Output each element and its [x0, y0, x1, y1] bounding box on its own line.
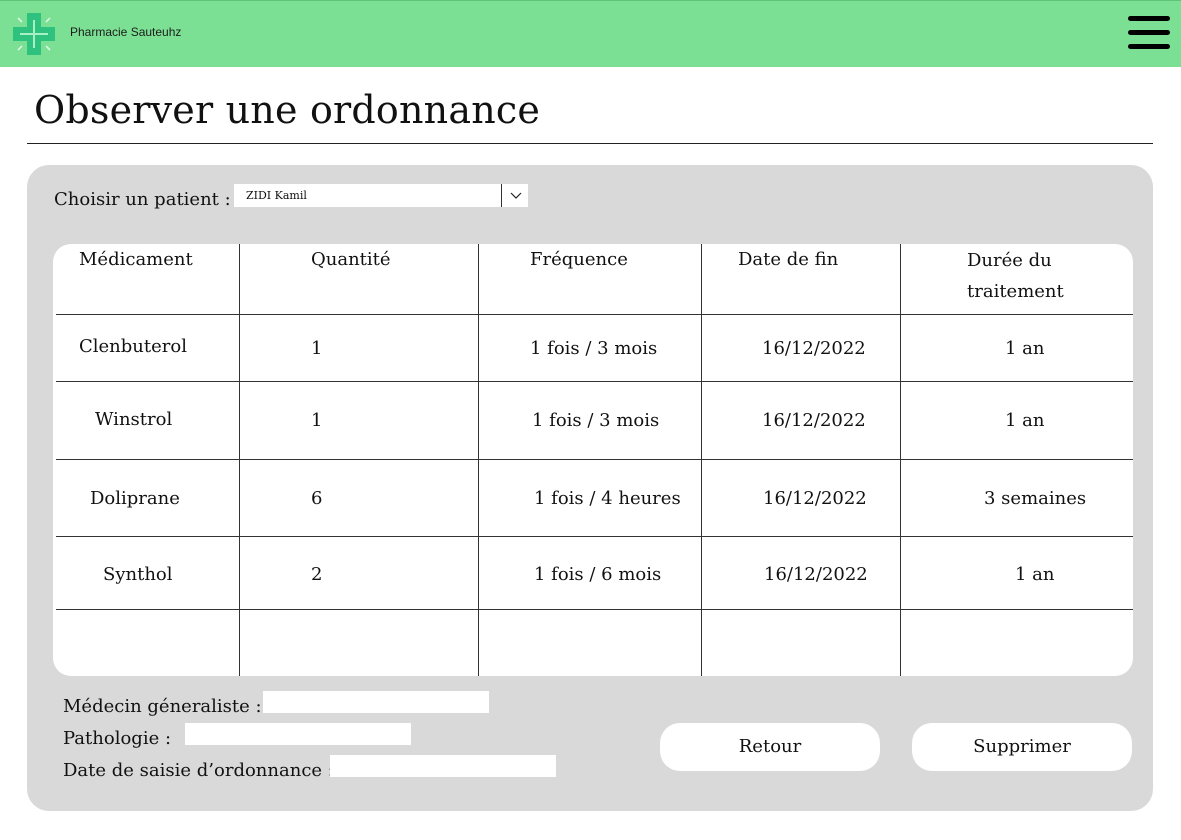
header-end-date: Date de fin	[738, 249, 839, 270]
brand-name: Pharmacie Sauteuhz	[70, 25, 182, 39]
prescription-panel: Choisir un patient : ZIDI Kamil Médicame…	[27, 165, 1153, 811]
table-cell: 16/12/2022	[762, 338, 866, 359]
delete-button[interactable]: Supprimer	[912, 723, 1132, 771]
table-cell: 16/12/2022	[763, 488, 867, 509]
pathology-label: Pathologie :	[63, 728, 172, 749]
medication-table: Médicament Quantité Fréquence Date de fi…	[53, 244, 1133, 676]
date-entry-label: Date de saisie d’ordonnance :	[63, 760, 334, 781]
table-cell: 1 fois / 3 mois	[532, 410, 660, 431]
hamburger-menu-icon[interactable]	[1128, 16, 1170, 50]
row-divider	[56, 314, 1133, 315]
row-divider	[56, 381, 1133, 382]
title-divider	[27, 143, 1153, 144]
column-divider	[900, 244, 901, 676]
table-cell: 1 an	[1005, 338, 1045, 359]
table-cell: 1 an	[1015, 564, 1055, 585]
table-cell: 2	[311, 564, 323, 585]
column-divider	[478, 244, 479, 676]
row-divider	[56, 609, 1133, 610]
chevron-down-icon[interactable]	[510, 190, 522, 200]
pathology-field[interactable]	[185, 723, 411, 745]
table-cell: 1	[311, 338, 323, 359]
header-duration: Durée du traitement	[967, 250, 1064, 302]
row-divider	[56, 536, 1133, 537]
column-divider	[239, 244, 240, 676]
select-separator	[501, 184, 502, 207]
table-cell: 1 fois / 6 mois	[534, 564, 662, 585]
header-frequency: Fréquence	[530, 249, 628, 270]
table-cell: Synthol	[103, 564, 173, 585]
doctor-field[interactable]	[263, 691, 489, 713]
page-title: Observer une ordonnance	[34, 88, 541, 132]
app-header: Pharmacie Sauteuhz	[0, 0, 1181, 67]
table-cell: 16/12/2022	[762, 410, 866, 431]
pharmacy-cross-icon[interactable]	[12, 12, 56, 56]
column-divider	[701, 244, 702, 676]
table-cell: 1 an	[1005, 410, 1045, 431]
patient-label: Choisir un patient :	[54, 189, 231, 210]
table-cell: 6	[311, 488, 323, 509]
table-cell: 1 fois / 4 heures	[534, 488, 681, 509]
table-cell: 1 fois / 3 mois	[530, 338, 658, 359]
back-button[interactable]: Retour	[660, 723, 880, 771]
table-cell: Winstrol	[95, 409, 173, 430]
patient-select[interactable]: ZIDI Kamil	[234, 184, 528, 207]
doctor-label: Médecin géneraliste :	[63, 696, 262, 717]
table-cell: Clenbuterol	[79, 336, 187, 357]
table-cell: 1	[311, 410, 323, 431]
date-entry-field[interactable]	[330, 755, 556, 777]
table-cell: 3 semaines	[984, 488, 1087, 509]
patient-select-value: ZIDI Kamil	[246, 189, 307, 202]
header-quantity: Quantité	[311, 249, 391, 270]
row-divider	[56, 459, 1133, 460]
table-cell: Doliprane	[90, 488, 180, 509]
table-cell: 16/12/2022	[764, 564, 868, 585]
header-medication: Médicament	[79, 249, 193, 270]
